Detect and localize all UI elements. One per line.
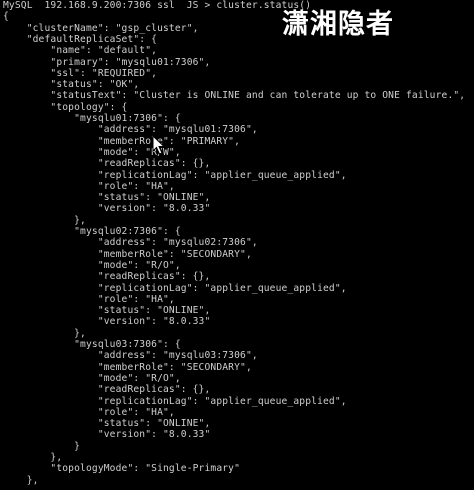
- terminal-line: "ssl": "REQUIRED",: [3, 67, 158, 79]
- terminal-line: "role": "HA",: [3, 180, 175, 192]
- terminal-line: "status": "ONLINE",: [3, 305, 211, 317]
- terminal-line: "readReplicas": {},: [3, 158, 211, 170]
- terminal-line: "version": "8.0.33": [3, 429, 211, 441]
- terminal-line: }: [3, 440, 81, 452]
- terminal-line: "memberRole": "PRIMARY",: [3, 135, 241, 147]
- terminal-line: "topologyMode": "Single-Primary": [3, 463, 241, 475]
- terminal-line: "replicationLag": "applier_queue_applied…: [3, 282, 347, 294]
- terminal-line: "version": "8.0.33": [3, 316, 211, 328]
- terminal-window[interactable]: MySQL 192.168.9.200:7306 ssl JS > cluste…: [0, 0, 474, 490]
- terminal-line: "primary": "mysqlu01:7306",: [3, 56, 211, 68]
- terminal-line: "mysqlu03:7306": {: [3, 339, 181, 350]
- terminal-line: "name": "default",: [3, 45, 158, 57]
- terminal-line: "status": "OK",: [3, 79, 140, 91]
- terminal-line: "mode": "R/O",: [3, 259, 181, 271]
- terminal-line: },: [3, 474, 39, 486]
- terminal-line: },: [3, 327, 86, 339]
- terminal-line: "address": "mysqlu02:7306",: [3, 237, 258, 249]
- terminal-line: "address": "mysqlu01:7306",: [3, 124, 258, 136]
- terminal-line: "replicationLag": "applier_queue_applied…: [3, 395, 347, 407]
- terminal-line: {: [3, 11, 9, 23]
- terminal-line: "memberRole": "SECONDARY",: [3, 361, 252, 373]
- terminal-line: "version": "8.0.33": [3, 203, 211, 215]
- terminal-line: "defaultReplicaSet": {: [3, 33, 158, 45]
- watermark-text: 潇湘隐者: [282, 9, 394, 40]
- terminal-line: "address": "mysqlu03:7306",: [3, 350, 258, 362]
- terminal-line: "readReplicas": {},: [3, 384, 211, 396]
- terminal-line: "status": "ONLINE",: [3, 418, 211, 430]
- terminal-line: "readReplicas": {},: [3, 271, 211, 283]
- terminal-line: "statusText": "Cluster is ONLINE and can…: [3, 90, 466, 102]
- terminal-line: "role": "HA",: [3, 406, 175, 418]
- terminal-line: "memberRole": "SECONDARY",: [3, 248, 252, 260]
- terminal-line: "replicationLag": "applier_queue_applied…: [3, 169, 347, 181]
- terminal-line: "clusterName": "gsp_cluster",: [3, 22, 199, 34]
- mouse-pointer-icon: [152, 134, 166, 155]
- terminal-line: MySQL 192.168.9.200:7306 ssl JS > cluste…: [3, 0, 312, 11]
- terminal-line: "role": "HA",: [3, 293, 175, 305]
- terminal-line: },: [3, 214, 86, 226]
- terminal-line: "mysqlu01:7306": {: [3, 113, 181, 124]
- terminal-line: "mode": "R/O",: [3, 372, 181, 384]
- terminal-line: },: [3, 452, 63, 463]
- terminal-line: "topology": {: [3, 101, 128, 113]
- terminal-line: "mysqlu02:7306": {: [3, 226, 181, 237]
- terminal-line: "status": "ONLINE",: [3, 192, 211, 204]
